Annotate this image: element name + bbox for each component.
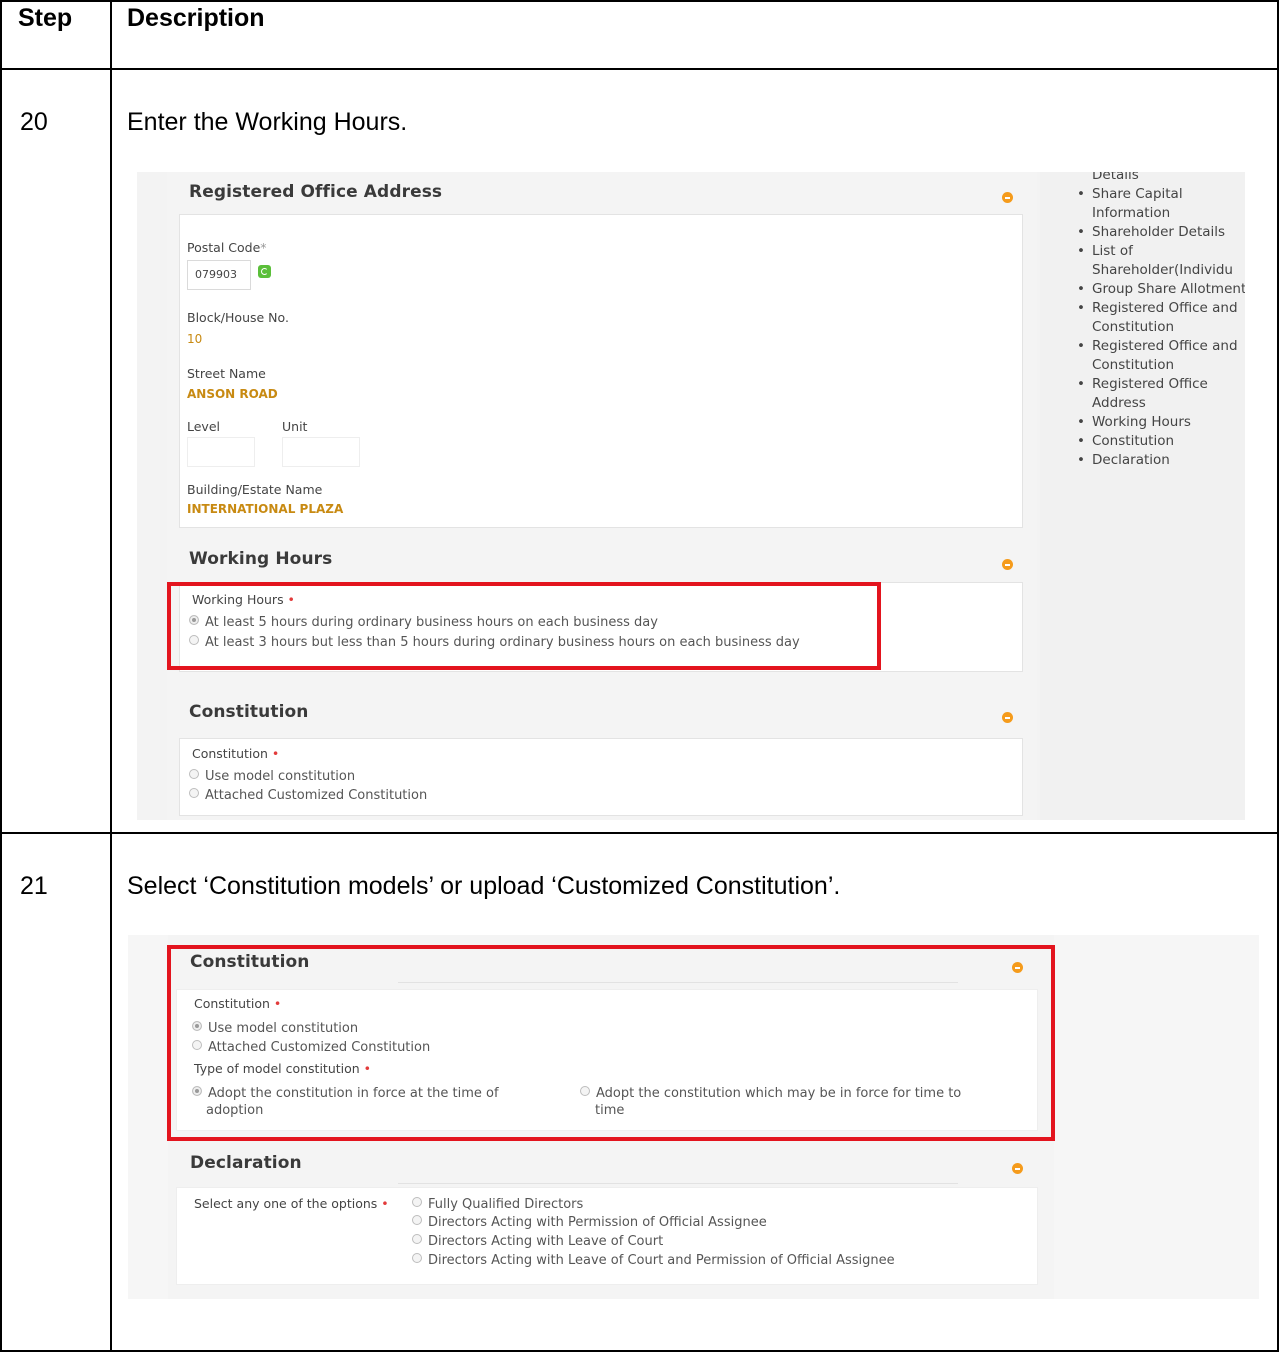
radio-icon[interactable] (412, 1197, 422, 1207)
table-border-top (0, 0, 1279, 2)
collapse-icon[interactable] (1002, 559, 1013, 570)
postal-code-input[interactable]: 079903 (187, 260, 251, 290)
screenshot-step-21: Constitution Constitution • Use model co… (128, 935, 1259, 1299)
nav-item[interactable]: Details (1077, 172, 1245, 185)
section-title: Declaration (190, 1153, 302, 1173)
constitution-label: Constitution • (192, 746, 280, 761)
radio-icon[interactable] (412, 1234, 422, 1244)
street-label: Street Name (187, 366, 266, 381)
postal-code-label: Postal Code* (187, 240, 267, 255)
section-title: Registered Office Address (189, 182, 443, 202)
radio-icon[interactable] (412, 1215, 422, 1225)
table-header-divider (0, 68, 1279, 70)
building-value: INTERNATIONAL PLAZA (187, 502, 344, 516)
block-value: 10 (187, 332, 203, 346)
level-label: Level (187, 419, 220, 434)
step-number: 21 (20, 872, 48, 900)
step-description: Select ‘Constitution models’ or upload ‘… (127, 872, 841, 900)
declaration-option[interactable]: Directors Acting with Leave of Court and… (412, 1253, 895, 1268)
highlight-box (167, 582, 881, 670)
radio-icon[interactable] (189, 769, 199, 779)
section-title: Constitution (189, 702, 309, 722)
level-input[interactable] (187, 437, 255, 467)
highlight-box (167, 945, 1055, 1141)
block-label: Block/House No. (187, 310, 289, 325)
collapse-icon[interactable] (1012, 1163, 1023, 1174)
radio-icon[interactable] (412, 1253, 422, 1263)
nav-item[interactable]: • Constitution (1077, 432, 1245, 451)
nav-item[interactable]: • Share Capital Information (1077, 185, 1245, 223)
nav-item[interactable]: • Shareholder Details (1077, 223, 1245, 242)
declaration-option[interactable]: Directors Acting with Leave of Court (412, 1234, 663, 1249)
table-border-left (0, 0, 2, 1352)
step-number: 20 (20, 108, 48, 136)
table-column-divider (110, 0, 112, 1352)
declaration-option[interactable]: Fully Qualified Directors (412, 1197, 583, 1212)
unit-label: Unit (282, 419, 308, 434)
nav-item[interactable]: • Declaration (1077, 451, 1245, 470)
nav-item[interactable]: • Group Share Allotment (1077, 280, 1245, 299)
building-label: Building/Estate Name (187, 482, 323, 497)
unit-input[interactable] (282, 437, 360, 467)
section-nav-list: Details • Share Capital Information • Shar… (1077, 172, 1245, 470)
section-title: Working Hours (189, 549, 333, 569)
table-border-bottom (0, 1350, 1279, 1352)
header-description: Description (127, 4, 265, 32)
constitution-option[interactable]: Use model constitution (189, 769, 355, 784)
radio-icon[interactable] (189, 788, 199, 798)
screenshot-step-20: Registered Office Address Postal Code* 0… (137, 172, 1245, 820)
nav-item[interactable]: • List of Shareholder(Individu (1077, 242, 1245, 280)
declaration-option[interactable]: Directors Acting with Permission of Offi… (412, 1215, 767, 1230)
section-rule (398, 1183, 958, 1184)
nav-item[interactable]: • Registered Office Address (1077, 375, 1245, 413)
collapse-icon[interactable] (1002, 192, 1013, 203)
registered-office-box (179, 214, 1023, 528)
declaration-label: Select any one of the options • (194, 1196, 389, 1211)
street-value: ANSON ROAD (187, 387, 278, 401)
constitution-option[interactable]: Attached Customized Constitution (189, 788, 427, 803)
nav-item[interactable]: • Working Hours (1077, 413, 1245, 432)
refresh-icon[interactable] (258, 265, 271, 278)
postal-code-value: 079903 (195, 268, 237, 281)
table-border-right (1277, 0, 1279, 1352)
nav-item[interactable]: • Registered Office and Constitution (1077, 299, 1245, 337)
collapse-icon[interactable] (1002, 712, 1013, 723)
step-description: Enter the Working Hours. (127, 108, 408, 136)
header-step: Step (18, 4, 73, 32)
nav-item[interactable]: • Registered Office and Constitution (1077, 337, 1245, 375)
table-row-divider (0, 832, 1279, 834)
